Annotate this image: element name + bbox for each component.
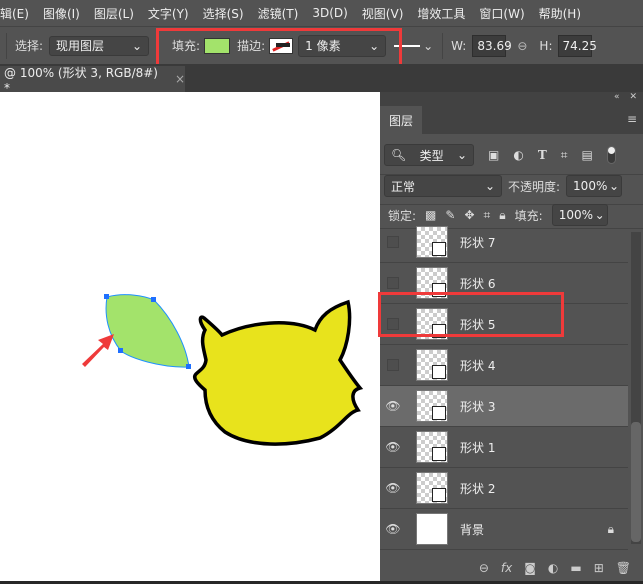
highlight-box [378, 292, 564, 337]
type-filter-icon[interactable]: T [538, 148, 547, 162]
layer-name: 形状 1 [460, 440, 496, 455]
shape-filter-icon[interactable]: ⌗ [561, 148, 568, 163]
eye-icon[interactable]: 👁︎ [380, 522, 406, 536]
menu-item[interactable]: 增效工具 [417, 5, 465, 22]
new-layer-icon[interactable]: ⊞ [594, 561, 604, 575]
chevron-down-icon: ⌄ [131, 38, 143, 53]
visibility-checkbox[interactable] [387, 359, 399, 371]
layer-select-dropdown[interactable]: 现用图层 ⌄ [49, 35, 150, 56]
layers-scrollbar[interactable] [631, 232, 641, 544]
select-value: 现用图层 [56, 39, 105, 53]
yellow-bird-shape [192, 299, 364, 446]
filter-value: 类型 [419, 148, 444, 163]
panel-menu-icon[interactable]: ≡ [627, 112, 637, 126]
opacity-input[interactable]: 100% ⌄ [566, 175, 623, 197]
layer-name: 形状 3 [460, 399, 496, 414]
canvas[interactable] [0, 92, 380, 581]
close-icon[interactable]: × [175, 72, 185, 86]
blend-mode-dropdown[interactable]: 正常 ⌄ [384, 175, 502, 197]
height-input[interactable]: 74.25 [557, 34, 597, 57]
layer-thumbnail [416, 349, 448, 381]
green-leaf-shape [105, 294, 190, 368]
menu-item[interactable]: 窗口(W) [479, 5, 524, 22]
visibility-checkbox[interactable] [387, 277, 399, 289]
filter-type-dropdown[interactable]: 🔍︎ 类型 ⌄ [384, 144, 474, 166]
layers-list: 形状 7 形状 6 形状 5 形状 4 👁︎ 形状 3 👁︎ 形状 1 👁︎ 形状 2 👁︎ 背景 🔒︎ [380, 220, 628, 552]
eye-icon[interactable]: 👁︎ [380, 440, 406, 454]
layers-bottom-toolbar: ⊖ fx ◙ ◐ ▬ ⊞ 🗑︎ [380, 555, 643, 581]
new-group-icon[interactable]: ▬ [570, 561, 581, 575]
shape-icon [432, 242, 446, 256]
layer-row[interactable]: 👁︎ 形状 1 [380, 427, 628, 468]
image-filter-icon[interactable]: ▣ [488, 148, 499, 162]
layer-name: 形状 4 [460, 358, 496, 373]
tab-layers[interactable]: 图层 [380, 106, 422, 134]
layer-row[interactable]: 形状 4 [380, 345, 628, 386]
menu-item[interactable]: 滤镜(T) [258, 5, 299, 22]
menu-item[interactable]: 3D(D) [312, 6, 347, 20]
shape-icon [432, 365, 446, 379]
select-label: 选择: [15, 39, 44, 53]
shape-icon [432, 447, 446, 461]
document-tab-title: @ 100% (形状 3, RGB/8#) * [4, 65, 158, 95]
layer-thumbnail [416, 226, 448, 258]
menu-item[interactable]: 文字(Y) [148, 5, 189, 22]
layer-thumbnail [416, 513, 448, 545]
shape-icon [432, 488, 446, 502]
layer-thumbnail [416, 472, 448, 504]
visibility-checkbox[interactable] [387, 236, 399, 248]
layer-row[interactable]: 👁︎ 形状 3 [380, 386, 628, 427]
adjustment-filter-icon[interactable]: ◐ [513, 148, 523, 162]
close-panel-icon[interactable]: ✕ [629, 92, 637, 106]
opacity-label: 不透明度: [508, 179, 561, 194]
blend-mode-value: 正常 [391, 179, 416, 194]
menu-item[interactable]: 图像(I) [43, 5, 80, 22]
document-tab[interactable]: @ 100% (形状 3, RGB/8#) * × [0, 65, 185, 95]
menu-item[interactable]: 图层(L) [94, 5, 134, 22]
menu-item[interactable]: 视图(V) [362, 5, 404, 22]
adjustment-layer-icon[interactable]: ◐ [548, 561, 558, 575]
layer-thumbnail [416, 390, 448, 422]
artwork [82, 294, 364, 446]
link-layers-icon[interactable]: ⊖ [479, 561, 489, 575]
layer-name: 背景 [460, 522, 485, 537]
delete-layer-icon[interactable]: 🗑︎ [616, 561, 631, 575]
menu-item[interactable]: 辑(E) [0, 5, 29, 22]
link-icon[interactable]: ⊖ [517, 39, 527, 53]
menu-item[interactable]: 选择(S) [203, 5, 244, 22]
red-arrow-icon [82, 334, 114, 367]
layer-name: 形状 7 [460, 235, 496, 250]
lock-icon: 🔒︎ [607, 521, 614, 536]
menu-item[interactable]: 帮助(H) [539, 5, 581, 22]
eye-icon[interactable]: 👁︎ [380, 481, 406, 495]
layer-row[interactable]: 👁︎ 形状 2 [380, 468, 628, 509]
fx-icon[interactable]: fx [501, 561, 512, 575]
smart-object-filter-icon[interactable]: ▤ [582, 148, 593, 162]
layer-name: 形状 6 [460, 276, 496, 291]
width-input[interactable]: 83.69 [472, 34, 512, 57]
layer-name: 形状 2 [460, 481, 496, 496]
width-label: W: [451, 38, 467, 53]
filter-toggle[interactable] [606, 146, 616, 164]
layer-row[interactable]: 形状 7 [380, 222, 628, 263]
eye-icon[interactable]: 👁︎ [380, 399, 406, 413]
shape-icon [432, 406, 446, 420]
collapse-icon[interactable]: « [614, 92, 620, 106]
opacity-value: 100% [573, 179, 608, 193]
height-label: H: [539, 38, 553, 53]
menu-bar: 辑(E) 图像(I) 图层(L) 文字(Y) 选择(S) 滤镜(T) 3D(D) 视图(V) 增… [0, 0, 643, 26]
layer-thumbnail [416, 431, 448, 463]
search-icon: 🔍︎ [391, 148, 407, 162]
layer-row[interactable]: 👁︎ 背景 🔒︎ [380, 509, 628, 550]
add-mask-icon[interactable]: ◙ [524, 561, 536, 575]
